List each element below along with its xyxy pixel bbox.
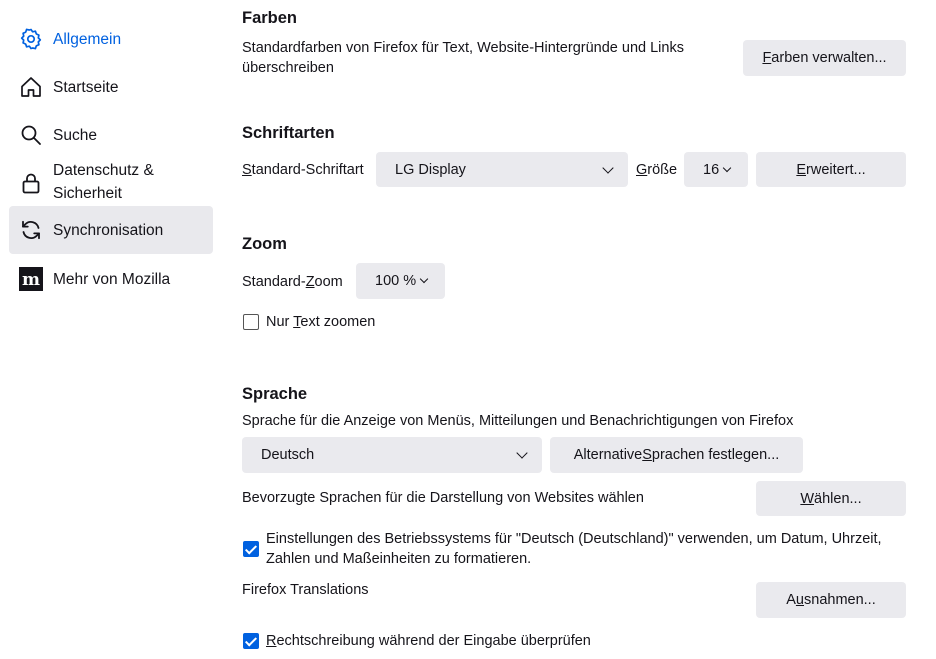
language-heading: Sprache bbox=[242, 385, 308, 403]
choose-languages-button[interactable]: Wählen... bbox=[756, 481, 906, 516]
search-icon bbox=[19, 123, 43, 147]
font-size-select[interactable]: 16 bbox=[684, 152, 748, 187]
sidebar-item-suche[interactable]: Suche bbox=[9, 122, 213, 148]
advanced-fonts-button[interactable]: Erweitert... bbox=[756, 152, 906, 187]
sidebar-item-datenschutz[interactable]: Datenschutz & Sicherheit bbox=[9, 159, 213, 207]
translations-label: Firefox Translations bbox=[242, 582, 369, 598]
zoom-text-only-label: Nur Text zoomen bbox=[266, 314, 376, 330]
os-locale-checkbox[interactable] bbox=[243, 541, 259, 557]
os-locale-label: Einstellungen des Betriebssystems für "D… bbox=[266, 531, 882, 567]
sidebar-item-startseite[interactable]: Startseite bbox=[9, 74, 213, 100]
colors-heading: Farben bbox=[242, 9, 298, 27]
sidebar-item-allgemein[interactable]: Allgemein bbox=[9, 26, 213, 52]
gear-icon bbox=[19, 27, 43, 51]
preferences-main: Farben Standardfarben von Firefox für Te… bbox=[242, 0, 936, 659]
default-font-label: Standard-Schriftart bbox=[242, 162, 364, 178]
zoom-heading: Zoom bbox=[242, 235, 287, 253]
default-font-select[interactable]: LG Display bbox=[376, 152, 628, 187]
spellcheck-checkbox[interactable] bbox=[243, 633, 259, 649]
fonts-heading: Schriftarten bbox=[242, 124, 335, 142]
sidebar-item-label: Suche bbox=[53, 126, 97, 144]
zoom-text-only-checkbox[interactable] bbox=[243, 314, 259, 330]
mozilla-icon: m bbox=[19, 267, 43, 291]
language-description: Sprache für die Anzeige von Menüs, Mitte… bbox=[242, 413, 794, 429]
ui-language-select[interactable]: Deutsch bbox=[242, 437, 542, 473]
sidebar: Allgemein Startseite Suche Datenschutz &… bbox=[0, 0, 222, 659]
alternative-languages-button[interactable]: Alternative Sprachen festlegen... bbox=[550, 437, 803, 473]
chevron-down-icon bbox=[722, 163, 732, 172]
sidebar-item-mehr-von-mozilla[interactable]: m Mehr von Mozilla bbox=[9, 266, 213, 292]
svg-text:m: m bbox=[22, 270, 40, 290]
sidebar-item-label: Allgemein bbox=[53, 30, 122, 48]
sidebar-item-label: Mehr von Mozilla bbox=[53, 270, 171, 288]
lock-icon bbox=[19, 171, 43, 195]
sidebar-item-label: Startseite bbox=[53, 78, 119, 96]
chevron-down-icon bbox=[516, 447, 528, 459]
default-zoom-select[interactable]: 100 % bbox=[356, 263, 445, 299]
default-zoom-label: Standard-Zoom bbox=[242, 274, 343, 290]
sidebar-item-label: Synchronisation bbox=[53, 221, 164, 239]
colors-description: Standardfarben von Firefox für Text, Web… bbox=[242, 40, 684, 76]
home-icon bbox=[19, 75, 43, 99]
sync-icon bbox=[19, 218, 43, 242]
spellcheck-label: Rechtschreibung während der Eingabe über… bbox=[266, 633, 591, 649]
sidebar-item-synchronisation[interactable]: Synchronisation bbox=[9, 206, 213, 254]
sidebar-item-label: Datenschutz & Sicherheit bbox=[53, 162, 154, 202]
preferred-languages-label: Bevorzugte Sprachen für die Darstellung … bbox=[242, 490, 644, 506]
chevron-down-icon bbox=[419, 274, 429, 284]
chevron-down-icon bbox=[602, 161, 614, 174]
manage-colors-button[interactable]: Farben verwalten... bbox=[743, 40, 906, 76]
font-size-label: Größe bbox=[636, 162, 678, 178]
translation-exceptions-button[interactable]: Au snahmen... bbox=[756, 582, 906, 618]
